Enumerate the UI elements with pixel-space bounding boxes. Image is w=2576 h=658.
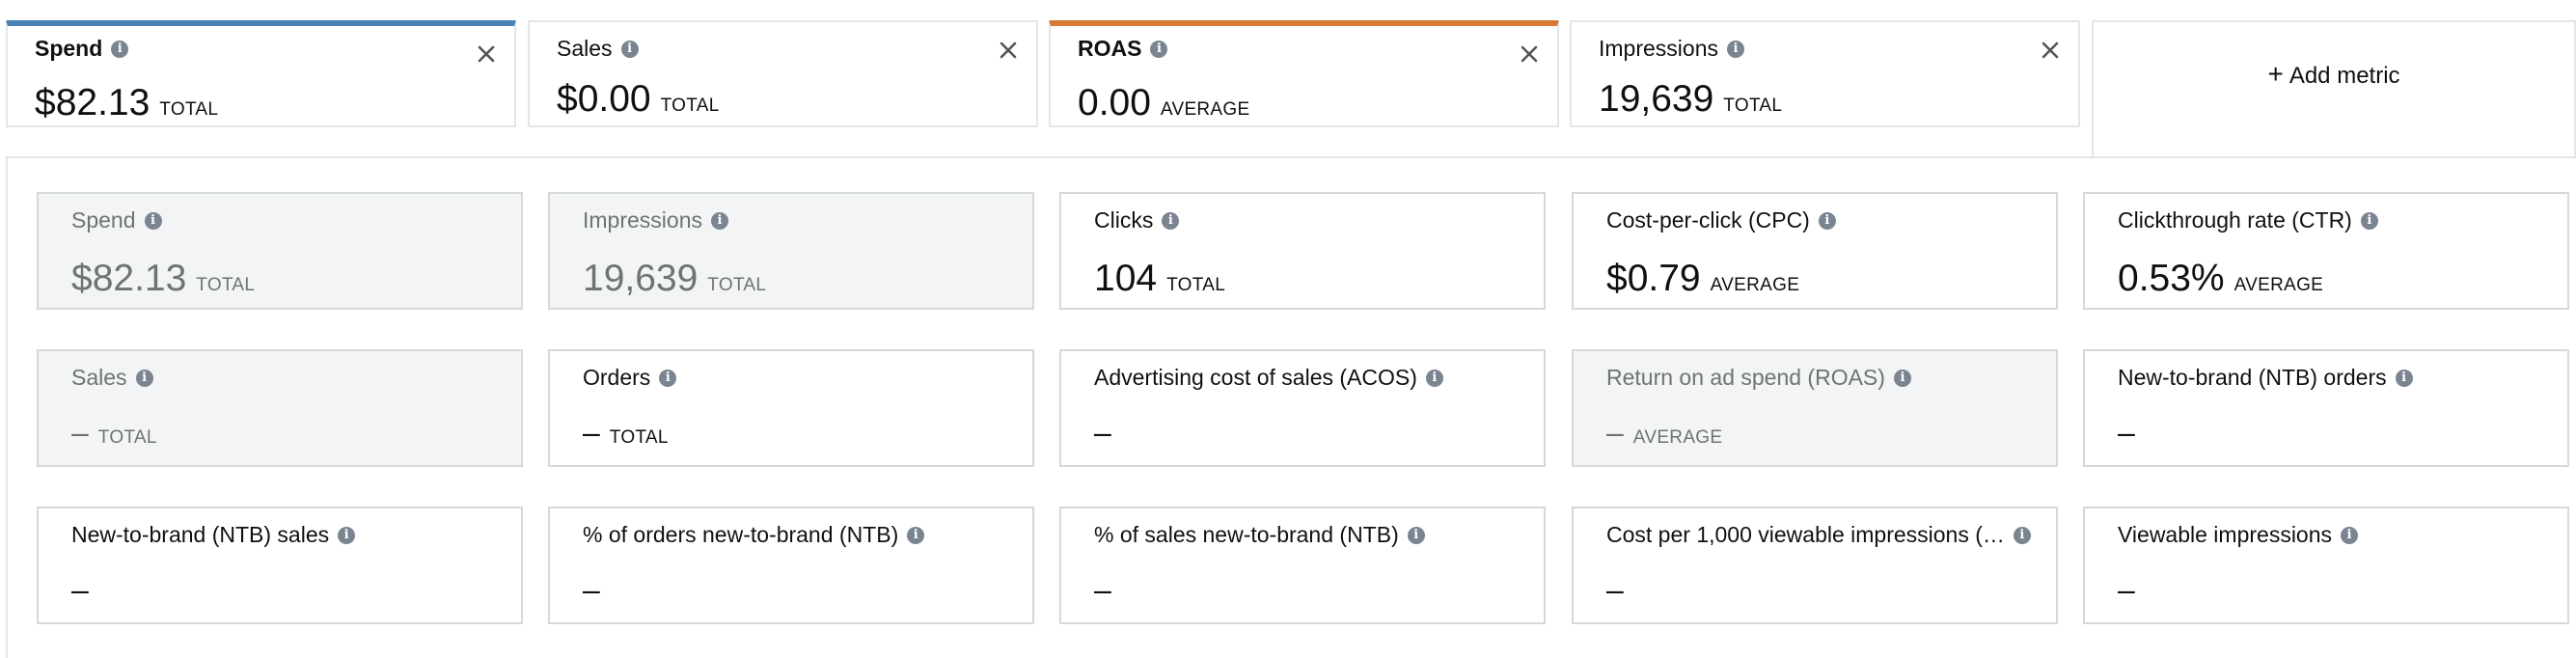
add-metric-label: Add metric (2288, 63, 2400, 89)
info-icon[interactable]: i (144, 211, 162, 230)
metric-option-tile[interactable]: Clickthrough rate (CTR) i 0.53% AVERAGE (2083, 192, 2569, 310)
metric-option-value: – (1606, 572, 1624, 607)
info-icon[interactable]: i (338, 526, 356, 544)
metric-option-title: Viewable impressions (2118, 522, 2333, 547)
metric-option-title: Impressions (583, 207, 702, 233)
metric-aggregation: TOTAL (660, 96, 720, 116)
metric-option-title: % of orders new-to-brand (NTB) (583, 522, 899, 547)
metric-title: Spend (35, 36, 103, 61)
metric-option-value: 0.53% (2118, 258, 2225, 299)
metric-value: $82.13 (35, 82, 151, 123)
metric-option-tile[interactable]: % of orders new-to-brand (NTB) i – (548, 507, 1034, 624)
info-icon[interactable]: i (1407, 526, 1425, 544)
metric-option-title: Clickthrough rate (CTR) (2118, 207, 2352, 233)
close-icon (478, 45, 495, 63)
metric-aggregation: TOTAL (1723, 96, 1783, 116)
close-icon (2042, 41, 2059, 59)
metric-aggregation: AVERAGE (1160, 99, 1250, 120)
info-icon[interactable]: i (1425, 369, 1443, 387)
metric-option-value: – (1606, 415, 1624, 450)
metric-option-title: Spend (71, 207, 136, 233)
metric-option-title: Return on ad spend (ROAS) (1606, 365, 1885, 390)
remove-metric-spend-button[interactable] (472, 40, 501, 69)
info-icon[interactable]: i (710, 211, 728, 230)
metric-option-title: Orders (583, 365, 651, 390)
metric-option-tile[interactable]: Cost-per-click (CPC) i $0.79 AVERAGE (1572, 192, 2058, 310)
metric-option-tile[interactable]: Sales i – TOTAL (37, 349, 523, 467)
metric-option-title: Cost-per-click (CPC) (1606, 207, 1810, 233)
info-icon[interactable]: i (2013, 526, 2031, 544)
metric-option-value: $0.79 (1606, 258, 1701, 299)
metric-option-value: 104 (1094, 258, 1158, 299)
add-metric-button[interactable]: + Add metric (2092, 20, 2576, 158)
metric-option-value: 19,639 (583, 258, 699, 299)
metric-option-aggregation: TOTAL (609, 427, 669, 448)
info-icon[interactable]: i (135, 369, 153, 387)
selected-metric-roas[interactable]: ROAS i 0.00 AVERAGE (1049, 20, 1559, 127)
info-icon[interactable]: i (111, 40, 129, 58)
info-icon[interactable]: i (1893, 369, 1911, 387)
metric-option-tile[interactable]: New-to-brand (NTB) sales i – (37, 507, 523, 624)
remove-metric-impressions-button[interactable] (2036, 36, 2065, 65)
metric-option-aggregation: TOTAL (97, 427, 157, 448)
selected-metric-spend[interactable]: Spend i $82.13 TOTAL (6, 20, 516, 127)
metric-option-title: New-to-brand (NTB) orders (2118, 365, 2387, 390)
metric-option-tile[interactable]: Orders i – TOTAL (548, 349, 1034, 467)
info-icon[interactable]: i (1818, 211, 1836, 230)
info-icon[interactable]: i (659, 369, 677, 387)
metric-option-aggregation: AVERAGE (1632, 427, 1723, 448)
selected-metric-impressions[interactable]: Impressions i 19,639 TOTAL (1570, 20, 2080, 127)
metric-title: Sales (557, 36, 613, 61)
metric-option-aggregation: AVERAGE (2233, 275, 2324, 295)
close-icon (1521, 45, 1538, 63)
metric-value: 0.00 (1078, 82, 1151, 123)
metric-option-aggregation: TOTAL (1166, 275, 1226, 295)
info-icon[interactable]: i (2395, 369, 2413, 387)
metric-option-tile[interactable]: % of sales new-to-brand (NTB) i – (1059, 507, 1546, 624)
metric-option-title: New-to-brand (NTB) sales (71, 522, 330, 547)
metric-option-title: Advertising cost of sales (ACOS) (1094, 365, 1417, 390)
metric-option-value: – (1094, 415, 1111, 450)
metric-option-value: – (583, 572, 600, 607)
metric-aggregation: TOTAL (159, 99, 219, 120)
metric-option-value: – (2118, 572, 2135, 607)
metric-option-title: Cost per 1,000 viewable impressions (… (1606, 522, 2005, 547)
metric-option-value: $82.13 (71, 258, 187, 299)
metric-title: ROAS (1078, 36, 1142, 61)
metric-option-tile[interactable]: Advertising cost of sales (ACOS) i – (1059, 349, 1546, 467)
metric-option-tile[interactable]: New-to-brand (NTB) orders i – (2083, 349, 2569, 467)
info-icon[interactable]: i (620, 40, 639, 58)
remove-metric-sales-button[interactable] (994, 36, 1023, 65)
info-icon[interactable]: i (1162, 211, 1180, 230)
remove-metric-roas-button[interactable] (1515, 40, 1544, 69)
info-icon[interactable]: i (1726, 40, 1744, 58)
metric-option-title: % of sales new-to-brand (NTB) (1094, 522, 1399, 547)
metric-option-tile[interactable]: Cost per 1,000 viewable impressions (… i – (1572, 507, 2058, 624)
metric-title: Impressions (1599, 36, 1718, 61)
info-icon[interactable]: i (2360, 211, 2378, 230)
metric-option-tile[interactable]: Impressions i 19,639 TOTAL (548, 192, 1034, 310)
metric-option-value: – (71, 572, 89, 607)
metric-value: $0.00 (557, 78, 651, 120)
info-icon[interactable]: i (2341, 526, 2359, 544)
metric-option-tile[interactable]: Return on ad spend (ROAS) i – AVERAGE (1572, 349, 2058, 467)
metric-option-aggregation: TOTAL (707, 275, 767, 295)
metric-option-value: – (583, 415, 600, 450)
metric-value: 19,639 (1599, 78, 1714, 120)
metric-option-aggregation: AVERAGE (1710, 275, 1800, 295)
metric-option-tile[interactable]: Clicks i 104 TOTAL (1059, 192, 1546, 310)
metric-option-tile[interactable]: Viewable impressions i – (2083, 507, 2569, 624)
metric-option-title: Sales (71, 365, 127, 390)
metric-option-tile[interactable]: Spend i $82.13 TOTAL (37, 192, 523, 310)
close-icon (1000, 41, 1017, 59)
metric-option-value: – (71, 415, 89, 450)
metric-option-title: Clicks (1094, 207, 1154, 233)
info-icon[interactable]: i (907, 526, 925, 544)
selected-metric-sales[interactable]: Sales i $0.00 TOTAL (528, 20, 1038, 127)
info-icon[interactable]: i (1150, 40, 1168, 58)
metric-option-aggregation: TOTAL (196, 275, 256, 295)
metric-option-value: – (2118, 415, 2135, 450)
plus-icon: + (2267, 59, 2284, 89)
metric-option-value: – (1094, 572, 1111, 607)
